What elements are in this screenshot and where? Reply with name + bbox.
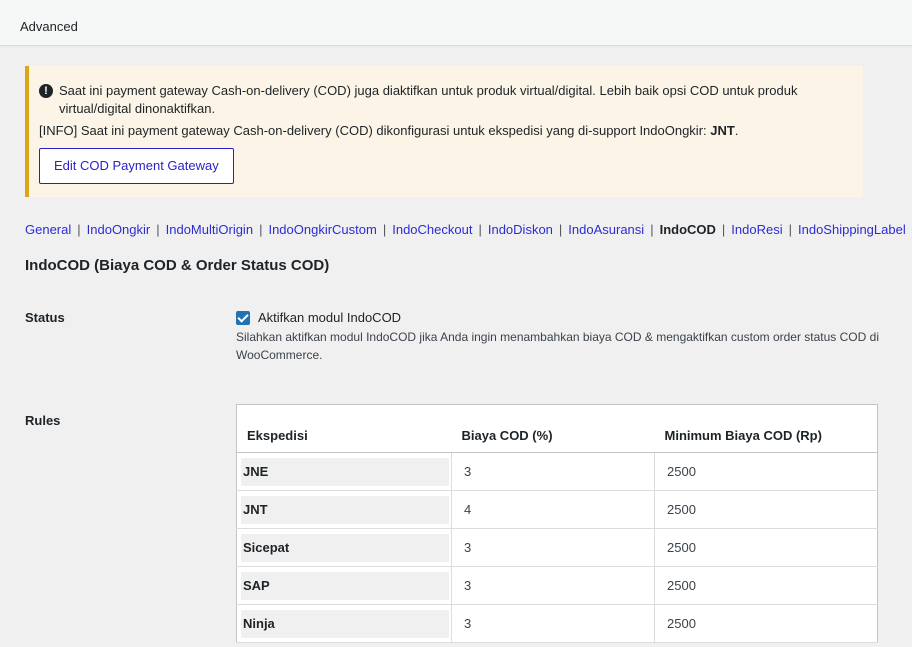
enable-indocod-checkbox[interactable] (236, 310, 250, 325)
table-row: JNT 4 2500 (236, 490, 878, 529)
status-field: Aktifkan modul IndoCOD Silahkan aktifkan… (236, 310, 886, 364)
table-header-row: Ekspedisi Biaya COD (%) Minimum Biaya CO… (236, 404, 878, 453)
notice-info-suffix: . (734, 123, 739, 138)
courier-name: JNE (241, 457, 449, 486)
subnav-separator: | (478, 222, 482, 237)
notice-warning-text: Saat ini payment gateway Cash-on-deliver… (59, 83, 798, 116)
subnav-separator: | (788, 222, 792, 237)
subnav-separator: | (259, 222, 263, 237)
subnav-item-indoresi[interactable]: IndoResi (731, 222, 782, 237)
column-header-biaya-cod: Biaya COD (%) (451, 404, 655, 453)
courier-name: Sicepat (241, 533, 449, 562)
table-row: Sicepat 3 2500 (236, 528, 878, 567)
biaya-cod-input[interactable]: 3 (451, 528, 655, 567)
subnav-separator: | (77, 222, 81, 237)
biaya-cod-input[interactable]: 4 (451, 490, 655, 529)
column-header-minimum-biaya: Minimum Biaya COD (Rp) (654, 404, 878, 453)
courier-name-cell: JNT (236, 490, 452, 529)
notice-line-2: [INFO] Saat ini payment gateway Cash-on-… (39, 122, 849, 140)
subnav-item-indomultiorigin[interactable]: IndoMultiOrigin (166, 222, 253, 237)
subnav-item-general[interactable]: General (25, 222, 71, 237)
notice-line-1: ! Saat ini payment gateway Cash-on-deliv… (39, 82, 849, 118)
minimum-biaya-input[interactable]: 2500 (654, 452, 878, 491)
subnav-item-indoongkir[interactable]: IndoOngkir (87, 222, 151, 237)
courier-name: JNT (241, 495, 449, 524)
cod-warning-notice: ! Saat ini payment gateway Cash-on-deliv… (25, 66, 863, 197)
edit-cod-payment-gateway-button[interactable]: Edit COD Payment Gateway (39, 148, 234, 184)
table-row: JNE 3 2500 (236, 452, 878, 491)
subnav-item-indodiskon[interactable]: IndoDiskon (488, 222, 553, 237)
column-header-ekspedisi: Ekspedisi (236, 404, 452, 453)
biaya-cod-input[interactable]: 3 (451, 604, 655, 643)
courier-name-cell: JNE (236, 452, 452, 491)
notice-info-text: [INFO] Saat ini payment gateway Cash-on-… (39, 123, 711, 138)
table-row: Ninja 3 2500 (236, 604, 878, 643)
minimum-biaya-input[interactable]: 2500 (654, 490, 878, 529)
courier-name-cell: Sicepat (236, 528, 452, 567)
rules-label: Rules (25, 413, 61, 428)
courier-name: SAP (241, 571, 449, 600)
table-row: SAP 3 2500 (236, 566, 878, 605)
subnav-item-indoasuransi[interactable]: IndoAsuransi (568, 222, 644, 237)
subnav-item-indocheckout[interactable]: IndoCheckout (392, 222, 472, 237)
tab-advanced[interactable]: Advanced (20, 19, 78, 34)
module-subnav: General | IndoOngkir | IndoMultiOrigin | IndoO… (25, 222, 906, 237)
enable-indocod-label: Aktifkan modul IndoCOD (258, 310, 402, 325)
minimum-biaya-input[interactable]: 2500 (654, 528, 878, 567)
biaya-cod-input[interactable]: 3 (451, 566, 655, 605)
subnav-item-indoongkircustom[interactable]: IndoOngkirCustom (268, 222, 376, 237)
exclamation-icon: ! (39, 84, 53, 98)
subnav-item-indoshippinglabel[interactable]: IndoShippingLabel (798, 222, 906, 237)
biaya-cod-input[interactable]: 3 (451, 452, 655, 491)
subnav-separator: | (558, 222, 563, 237)
subnav-separator: | (650, 222, 654, 237)
minimum-biaya-input[interactable]: 2500 (654, 566, 878, 605)
status-label: Status (25, 310, 65, 325)
cod-rules-table: Ekspedisi Biaya COD (%) Minimum Biaya CO… (236, 404, 878, 643)
enable-indocod-checkbox-row[interactable]: Aktifkan modul IndoCOD (236, 310, 886, 325)
top-tab-bar: Advanced (0, 0, 912, 46)
subnav-separator: | (382, 222, 387, 237)
notice-courier-name: JNT (710, 123, 735, 138)
page-title: IndoCOD (Biaya COD & Order Status COD) (25, 257, 330, 274)
courier-name: Ninja (241, 609, 449, 638)
subnav-item-indocod[interactable]: IndoCOD (660, 222, 716, 237)
status-description: Silahkan aktifkan modul IndoCOD jika And… (236, 330, 879, 362)
minimum-biaya-input[interactable]: 2500 (654, 604, 878, 643)
subnav-separator: | (156, 222, 160, 237)
courier-name-cell: Ninja (236, 604, 452, 643)
subnav-separator: | (721, 222, 726, 237)
courier-name-cell: SAP (236, 566, 452, 605)
